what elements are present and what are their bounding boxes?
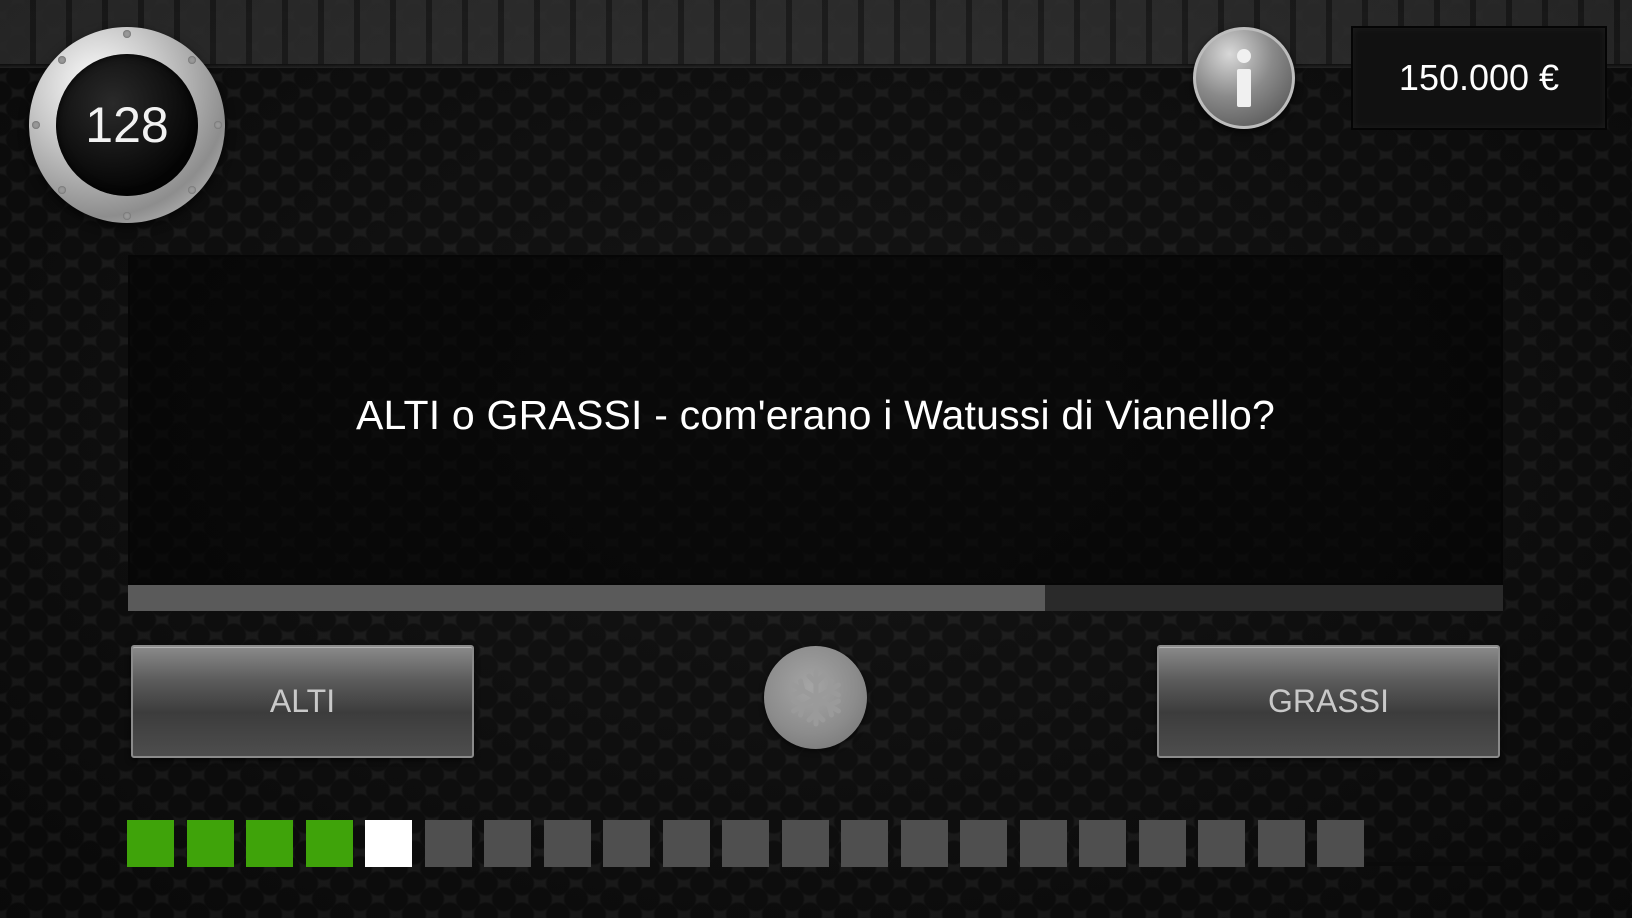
progress-square-pending bbox=[781, 820, 829, 867]
dial-notch bbox=[188, 56, 196, 64]
dial-notch bbox=[123, 30, 131, 38]
answer-button-left[interactable]: ALTI bbox=[131, 645, 474, 758]
progress-square-pending bbox=[722, 820, 769, 867]
answer-button-right[interactable]: GRASSI bbox=[1157, 645, 1500, 758]
progress-square-pending bbox=[603, 820, 650, 867]
timer-bar-fill bbox=[128, 585, 1046, 611]
question-counter-dial: 128 bbox=[29, 27, 225, 223]
progress-square-pending bbox=[543, 820, 591, 867]
progress-square-correct bbox=[127, 820, 174, 867]
progress-square-pending bbox=[1019, 820, 1067, 867]
info-icon bbox=[1237, 49, 1251, 107]
freeze-button[interactable] bbox=[764, 646, 867, 749]
progress-square-pending bbox=[1198, 820, 1245, 867]
progress-square-pending bbox=[960, 820, 1007, 867]
progress-square-correct bbox=[305, 820, 353, 867]
dial-notch bbox=[32, 121, 40, 129]
prize-amount: 150.000 € bbox=[1351, 26, 1607, 130]
progress-square-pending bbox=[424, 820, 472, 867]
dial-notch bbox=[123, 212, 131, 220]
progress-square-pending bbox=[841, 820, 888, 867]
question-text: ALTI o GRASSI - com'erano i Watussi di V… bbox=[355, 391, 1276, 438]
dial-notch bbox=[214, 121, 222, 129]
progress-square-current bbox=[365, 820, 412, 867]
dial-notch bbox=[58, 56, 66, 64]
progress-square-correct bbox=[246, 820, 293, 867]
dial-notch bbox=[58, 186, 66, 194]
progress-square-correct bbox=[186, 820, 234, 867]
progress-square-pending bbox=[1138, 820, 1186, 867]
snowflake-icon bbox=[790, 669, 841, 726]
progress-baseline bbox=[1366, 862, 1504, 866]
timer-bar bbox=[128, 585, 1503, 611]
progress-square-pending bbox=[900, 820, 948, 867]
dial-notch bbox=[188, 186, 196, 194]
question-counter: 128 bbox=[56, 54, 198, 196]
progress-square-pending bbox=[484, 820, 531, 867]
progress-square-pending bbox=[1257, 820, 1305, 867]
progress-square-pending bbox=[662, 820, 710, 867]
question-panel: ALTI o GRASSI - com'erano i Watussi di V… bbox=[128, 255, 1503, 585]
info-button[interactable] bbox=[1193, 27, 1295, 129]
progress-square-pending bbox=[1079, 820, 1126, 867]
progress-square-pending bbox=[1317, 820, 1364, 867]
